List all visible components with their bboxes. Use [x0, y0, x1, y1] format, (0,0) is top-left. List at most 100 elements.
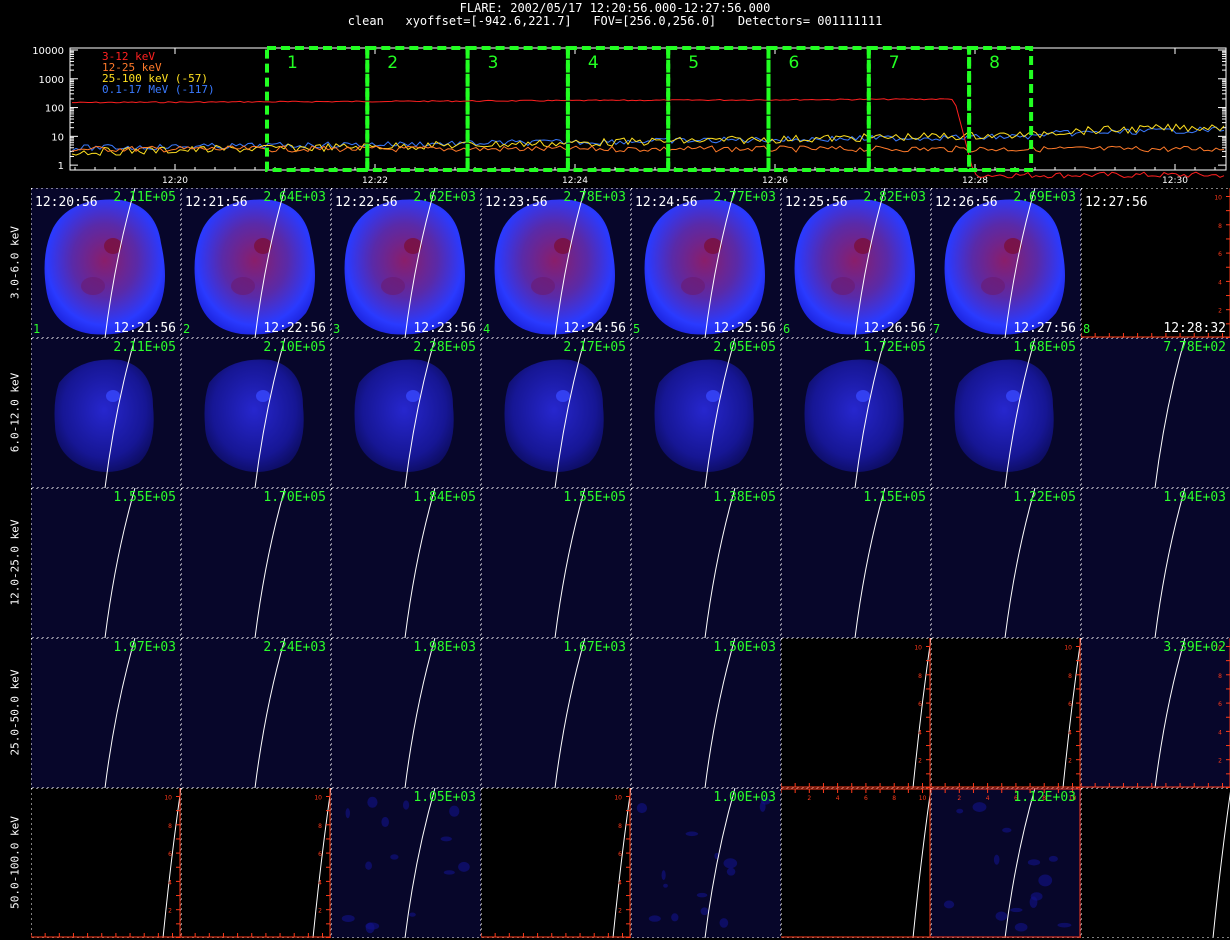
- image-panel: 2.10E+05: [181, 338, 331, 488]
- axis-tick-label: 6: [168, 851, 172, 858]
- noise-blob: [956, 808, 964, 814]
- series-3-12-kev: [72, 98, 1225, 179]
- interval-box: [866, 46, 972, 172]
- source-core: [856, 390, 870, 402]
- axis-tick-label: 8: [318, 823, 322, 830]
- axis-tick-label: 2: [918, 758, 922, 765]
- interval-box: [265, 46, 370, 172]
- panel-image: [631, 638, 781, 788]
- x-tick-label: 12:30: [1162, 176, 1188, 186]
- panel-interval-number: 5: [633, 322, 641, 336]
- image-panel: 2 4 6 8 10: [931, 638, 1081, 788]
- panel-image: [181, 338, 331, 488]
- panel-image: 246810: [1081, 638, 1230, 788]
- panel-image: 246810: [1081, 188, 1230, 338]
- axis-tick-label: 6: [918, 701, 922, 708]
- image-panel: 2.17E+05: [481, 338, 631, 488]
- panel-max-value: 1.22E+05: [1013, 490, 1076, 505]
- axis-tick-label: 2: [957, 795, 961, 802]
- image-panel: 2 4 6 8 10: [781, 788, 931, 938]
- source-core: [256, 390, 270, 402]
- plot-title: FLARE: 2002/05/17 12:20:56.000-12:27:56.…: [0, 2, 1230, 28]
- noise-blob: [440, 836, 452, 842]
- noise-blob: [1038, 874, 1053, 887]
- axis-tick-label: 2: [318, 908, 322, 915]
- panel-image: 246810: [781, 788, 931, 938]
- panel-max-value: 1.38E+05: [713, 490, 776, 505]
- panel-interval-number: 6: [783, 322, 791, 336]
- axis-tick-label: 8: [892, 795, 896, 802]
- source-emission: [804, 359, 904, 472]
- panel-background: [481, 488, 631, 638]
- axis-tick-label: 6: [1218, 251, 1222, 258]
- energy-band-label: 6.0-12.0 keV: [8, 372, 22, 453]
- x-tick-label: 12:28: [962, 176, 988, 186]
- axis-tick-label: 8: [168, 823, 172, 830]
- panel-image: 246810: [181, 788, 331, 938]
- panel-image: [781, 338, 931, 488]
- panel-max-value: 1.97E+03: [113, 640, 176, 655]
- interval-number: 3: [488, 53, 499, 73]
- panel-max-value: 1.50E+03: [713, 640, 776, 655]
- panel-background: [181, 788, 331, 938]
- panel-max-value: 2.69E+03: [1013, 190, 1076, 205]
- panel-end-time: 12:28:32: [1163, 321, 1226, 336]
- panel-background: [781, 488, 931, 638]
- axis-tick-label: 2: [1218, 758, 1222, 765]
- panel-max-value: 1.98E+03: [413, 640, 476, 655]
- panel-start-time: 12:27:56: [1085, 195, 1148, 210]
- x-tick-label: 12:26: [762, 176, 788, 186]
- image-panel: 2.77E+03 12:24:56 12:25:56 5: [631, 188, 781, 338]
- axis-tick-label: 10: [164, 794, 172, 801]
- noise-blob: [449, 805, 460, 817]
- image-panel: 1.22E+05: [931, 488, 1081, 638]
- axis-tick-label: 4: [618, 879, 622, 886]
- panel-image: 246810: [931, 638, 1081, 788]
- axis-tick-label: 4: [918, 729, 922, 736]
- panel-image: [331, 188, 481, 338]
- noise-blob: [458, 861, 470, 872]
- noise-blob: [1014, 922, 1028, 932]
- source-emission: [504, 359, 604, 472]
- panel-background: [481, 638, 631, 788]
- panel-image: [1081, 788, 1230, 938]
- x-tick-label: 12:22: [362, 176, 388, 186]
- panel-image: 246810: [931, 788, 1081, 938]
- image-panel: 1.67E+03: [481, 638, 631, 788]
- panel-max-value: 1.55E+05: [113, 490, 176, 505]
- energy-band-label: 25.0-50.0 keV: [8, 669, 22, 756]
- panel-image: [1081, 488, 1230, 638]
- panel-start-time: 12:25:56: [785, 195, 848, 210]
- noise-blob: [663, 883, 668, 888]
- panel-image: [31, 488, 181, 638]
- panel-max-value: 2.24E+03: [263, 640, 326, 655]
- panel-image: 246810: [781, 638, 931, 788]
- interval-box: [365, 46, 470, 172]
- interval-number: 8: [989, 53, 1000, 73]
- panel-background: [631, 638, 781, 788]
- panel-max-value: 1.15E+05: [863, 490, 926, 505]
- source-emission: [944, 199, 1065, 335]
- source-core: [706, 390, 720, 402]
- panel-image: [331, 338, 481, 488]
- panel-max-value: 1.05E+03: [413, 790, 476, 805]
- panel-image: [31, 338, 181, 488]
- panel-image: [331, 788, 481, 938]
- panel-image: [31, 638, 181, 788]
- noise-blob: [726, 867, 736, 876]
- axis-tick-label: 6: [1068, 701, 1072, 708]
- panel-max-value: 1.84E+05: [413, 490, 476, 505]
- panel-max-value: 3.39E+02: [1163, 640, 1226, 655]
- x-tick-label: 12:24: [562, 176, 588, 186]
- image-panel: 1.72E+05: [781, 338, 931, 488]
- panel-max-value: 2.11E+05: [113, 340, 176, 355]
- panel-image: [481, 638, 631, 788]
- noise-blob: [402, 800, 410, 810]
- panel-background: [631, 488, 781, 638]
- energy-band-label: 3.0-6.0 keV: [8, 226, 22, 299]
- panel-max-value: 2.17E+05: [563, 340, 626, 355]
- panel-background: [781, 638, 931, 788]
- image-panel: 2.28E+05: [331, 338, 481, 488]
- source-core: [81, 277, 105, 295]
- noise-blob: [671, 913, 679, 922]
